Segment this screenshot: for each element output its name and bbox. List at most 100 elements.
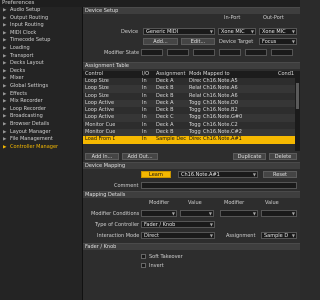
sidebar-item-broadcasting[interactable]: ▶ Broadcasting <box>0 113 82 121</box>
table-row[interactable]: Monitor CueInDeck BToggleCh16.Note.C#2 <box>83 129 295 137</box>
in-port-select[interactable]: Xone MIC ▼ <box>218 28 256 35</box>
column-header-assignment[interactable]: Assignment <box>156 71 188 78</box>
assignment-select[interactable]: Sample D ▼ <box>261 232 297 239</box>
add-device-button[interactable]: Add... <box>143 38 178 45</box>
chevron-right-icon: ▶ <box>3 53 7 59</box>
chevron-down-icon: ▼ <box>250 29 254 34</box>
comment-input[interactable] <box>141 182 297 189</box>
sidebar: ▶ Audio Setup ▶ Output Routing ▶ Input Rout… <box>0 7 83 300</box>
delete-button[interactable]: Delete <box>269 153 297 160</box>
value-2-select[interactable]: ▼ <box>261 210 297 217</box>
learn-button[interactable]: Learn <box>141 171 171 178</box>
table-row[interactable]: Loop ActiveInDeck CToggleCh16.Note.G#0 <box>83 114 295 122</box>
chevron-right-icon: ▶ <box>3 68 7 74</box>
reset-button[interactable]: Reset <box>263 171 297 178</box>
sidebar-item-loop-recorder[interactable]: ▶ Loop Recorder <box>0 106 82 114</box>
sidebar-item-output-routing[interactable]: ▶ Output Routing <box>0 15 82 23</box>
scrollbar-thumb[interactable] <box>296 83 299 109</box>
modifier-state-3 <box>193 49 215 56</box>
sidebar-item-label: Output Routing <box>10 14 49 21</box>
modifier-state-4 <box>219 49 241 56</box>
value-column-label-2: Value <box>265 200 279 206</box>
sidebar-item-decks-layout[interactable]: ▶ Decks Layout <box>0 60 82 68</box>
out-port-select[interactable]: Xone MIC ▼ <box>259 28 297 35</box>
sidebar-item-label: MIDI Clock <box>10 29 37 36</box>
device-target-select[interactable]: Focus ▼ <box>259 38 297 45</box>
sidebar-item-file-management[interactable]: ▶ File Management <box>0 136 82 144</box>
column-header-control[interactable]: Control <box>85 71 115 78</box>
main-panel: Device Setup In-Port Out-Port Device Gen… <box>83 7 300 300</box>
sidebar-item-label: Browser Details <box>10 120 50 127</box>
interaction-mode-label: Interaction Mode <box>97 233 140 239</box>
sidebar-item-label: Decks Layout <box>10 60 44 67</box>
sidebar-item-controller-manager[interactable]: ▶ Controller Manager <box>0 144 82 152</box>
soft-takeover-label: Soft Takeover <box>149 254 183 260</box>
sidebar-item-label: Global Settings <box>10 82 49 89</box>
sidebar-item-mix-recorder[interactable]: ▶ Mix Recorder <box>0 98 82 106</box>
column-header-mode[interactable]: Mode <box>189 71 201 78</box>
invert-label: Invert <box>149 263 164 269</box>
column-header-cond1[interactable]: Cond1 <box>278 71 294 78</box>
table-row[interactable]: Loop ActiveInDeck BToggleCh16.Note.B2 <box>83 107 295 114</box>
table-row[interactable]: Loop SizeInDeck ADirectCh16.Note.A5 <box>83 78 295 85</box>
table-row[interactable]: Loop ActiveInDeck AToggleCh16.Note.D0 <box>83 99 295 108</box>
duplicate-button[interactable]: Duplicate <box>233 153 266 160</box>
sidebar-item-browser-details[interactable]: ▶ Browser Details <box>0 121 82 129</box>
sidebar-item-decks[interactable]: ▶ Decks <box>0 68 82 76</box>
sidebar-item-label: Loop Recorder <box>10 105 46 112</box>
modifier-1-select[interactable]: ▼ <box>141 210 177 217</box>
modifier-2-select[interactable]: ▼ <box>220 210 258 217</box>
chevron-right-icon: ▶ <box>3 99 7 105</box>
sidebar-item-label: Mixer <box>10 75 24 82</box>
table-row-selected[interactable]: Load From DeckInSample DecDirectCh16.Not… <box>83 136 295 144</box>
edit-device-button[interactable]: Edit... <box>181 38 215 45</box>
sidebar-item-label: Effects <box>10 90 27 97</box>
sidebar-item-label: Controller Manager <box>10 143 59 150</box>
modifier-state-1 <box>141 49 163 56</box>
column-header-mapped-to[interactable]: Mapped to <box>203 71 243 78</box>
sidebar-item-input-routing[interactable]: ▶ Input Routing <box>0 22 82 30</box>
table-header-row: Control I/O Assignment Mode Mapped to Co… <box>83 71 295 78</box>
sidebar-item-transport[interactable]: ▶ Transport <box>0 53 82 61</box>
add-out-button[interactable]: Add Out... <box>122 153 158 160</box>
table-scrollbar[interactable] <box>295 71 300 151</box>
device-select[interactable]: Generic MIDI ▼ <box>143 28 215 35</box>
interaction-mode-select[interactable]: Direct ▼ <box>141 232 215 239</box>
sidebar-item-effects[interactable]: ▶ Effects <box>0 91 82 99</box>
sidebar-item-label: Loading <box>10 44 30 51</box>
value-1-select[interactable]: ▼ <box>180 210 214 217</box>
soft-takeover-checkbox[interactable] <box>141 254 146 259</box>
sidebar-item-label: Timecode Setup <box>10 37 51 44</box>
chevron-right-icon: ▶ <box>3 129 7 135</box>
table-row[interactable]: Monitor CueInDeck AToggleCh16.Note.C2 <box>83 122 295 129</box>
chevron-right-icon: ▶ <box>3 76 7 82</box>
table-row[interactable]: Loop SizeInDeck BRelativeCh16.Note.A6 <box>83 85 295 93</box>
chevron-right-icon: ▶ <box>3 38 7 44</box>
sidebar-item-layout-manager[interactable]: ▶ Layout Manager <box>0 129 82 137</box>
chevron-right-icon: ▶ <box>3 15 7 21</box>
sidebar-item-mixer[interactable]: ▶ Mixer <box>0 75 82 83</box>
column-header-io[interactable]: I/O <box>142 71 152 78</box>
modifier-state-5 <box>245 49 267 56</box>
sidebar-item-midi-clock[interactable]: ▶ MIDI Clock <box>0 30 82 38</box>
sidebar-item-audio-setup[interactable]: ▶ Audio Setup <box>0 7 82 15</box>
sidebar-item-global-settings[interactable]: ▶ Global Settings <box>0 83 82 91</box>
modifier-conditions-label: Modifier Conditions <box>91 211 140 217</box>
modifier-state-2 <box>167 49 189 56</box>
sidebar-item-loading[interactable]: ▶ Loading <box>0 45 82 53</box>
chevron-down-icon: ▼ <box>208 211 212 216</box>
chevron-down-icon: ▼ <box>209 222 213 227</box>
assignment-table: Control I/O Assignment Mode Mapped to Co… <box>83 71 295 144</box>
mapping-select[interactable]: Ch16.Note.A#1 ▼ <box>178 171 258 178</box>
add-in-button[interactable]: Add In... <box>85 153 119 160</box>
chevron-down-icon: ▼ <box>291 39 295 44</box>
chevron-down-icon: ▼ <box>209 29 213 34</box>
chevron-down-icon: ▼ <box>209 233 213 238</box>
table-row[interactable]: Loop SizeInDeck BRelativeCh16.Note.A6 <box>83 93 295 100</box>
chevron-right-icon: ▶ <box>3 83 7 89</box>
sidebar-item-label: Mix Recorder <box>10 98 43 105</box>
sidebar-item-timecode-setup[interactable]: ▶ Timecode Setup <box>0 37 82 45</box>
chevron-down-icon: ▼ <box>291 29 295 34</box>
invert-checkbox[interactable] <box>141 263 146 268</box>
type-of-controller-select[interactable]: Fader / Knob ▼ <box>141 221 215 228</box>
